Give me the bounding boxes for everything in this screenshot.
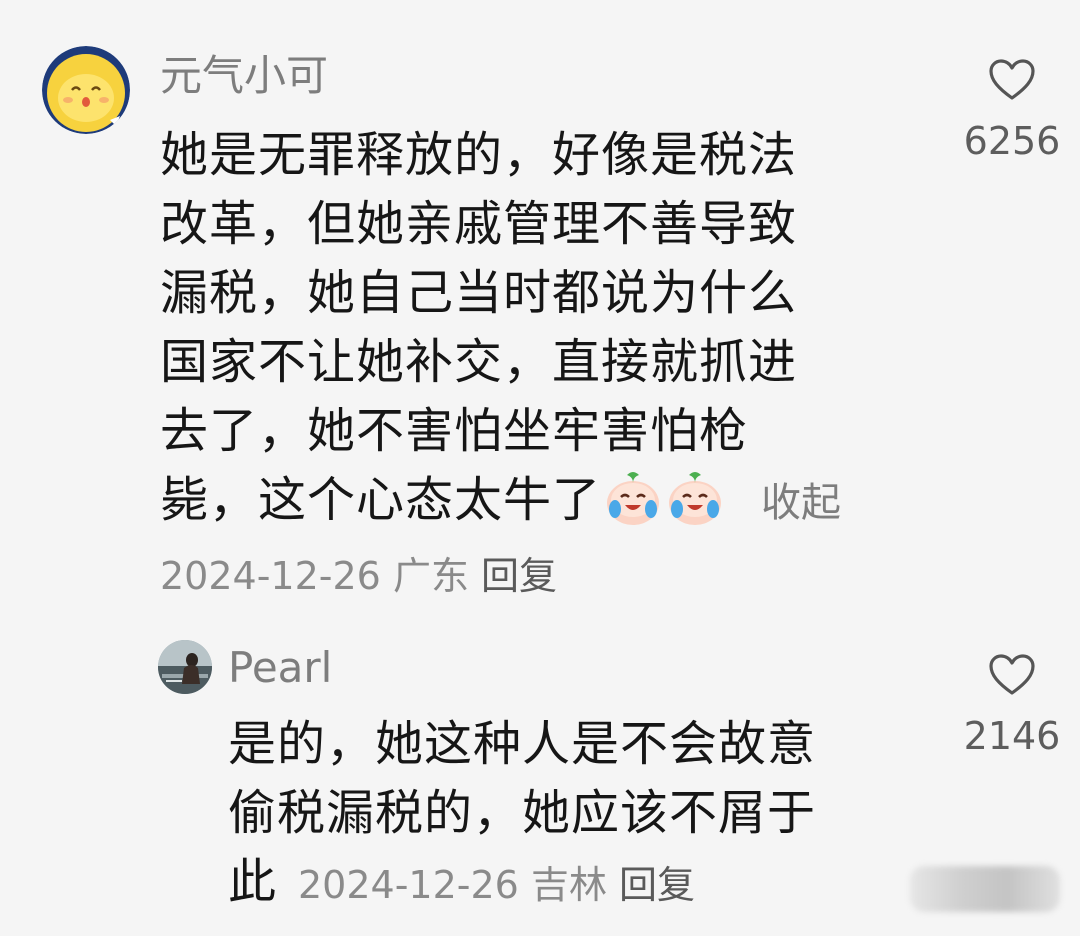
crying-laughing-emoji-icon [665,467,725,527]
like-count: 6256 [963,119,1061,163]
comment-meta: 2024-12-26 吉林 回复 [298,866,695,904]
heart-outline-icon [989,654,1035,695]
like-count: 2146 [963,714,1061,758]
comment-line: 此 [228,854,278,910]
comment-date: 2024-12-26 [298,863,519,907]
comment-body: 她是无罪释放的，好像是税法 改革，但她亲戚管理不善导致 漏税，她自己当时都说为什… [160,121,841,538]
comment-line: 国家不让她补交，直接就抓进 [160,334,798,390]
photo-avatar-icon [158,640,212,694]
comment-line-last: 毙，这个心态太牛了 收起 [160,466,841,538]
reply-button[interactable]: 回复 [619,863,695,907]
comment-location: 广东 [392,554,469,598]
collapse-link[interactable]: 收起 [761,480,841,526]
comment-line: 改革，但她亲戚管理不善导致 [160,196,798,252]
comment-line-text: 毙，这个心态太牛了 [160,472,602,528]
comment-meta: 2024-12-26 广东 回复 [160,557,557,595]
commenter-avatar[interactable] [158,640,212,694]
blurred-watermark [910,866,1060,912]
comment-body: 是的，她这种人是不会故意 偷税漏税的，她应该不屑于 [228,710,816,848]
comment-date: 2024-12-26 [160,554,381,598]
comment-line: 去了，她不害怕坐牢害怕枪 [160,403,749,459]
comment-location: 吉林 [530,863,607,907]
username[interactable]: Pearl [228,647,332,689]
like-button[interactable] [988,58,1036,102]
comment-line: 漏税，她自己当时都说为什么 [160,265,798,321]
commenter-avatar[interactable] [42,46,130,134]
heart-outline-icon [989,59,1035,100]
yellow-cartoon-avatar-icon [42,46,130,134]
comment-last-line: 此 [228,848,277,917]
like-button[interactable] [988,653,1036,697]
comment-line: 是的，她这种人是不会故意 [228,716,817,772]
comment-line: 偷税漏税的，她应该不屑于 [228,785,817,841]
username[interactable]: 元气小可 [160,55,328,97]
crying-laughing-emoji-icon [603,467,663,527]
reply-button[interactable]: 回复 [481,554,557,598]
comment-line: 她是无罪释放的，好像是税法 [160,127,798,183]
